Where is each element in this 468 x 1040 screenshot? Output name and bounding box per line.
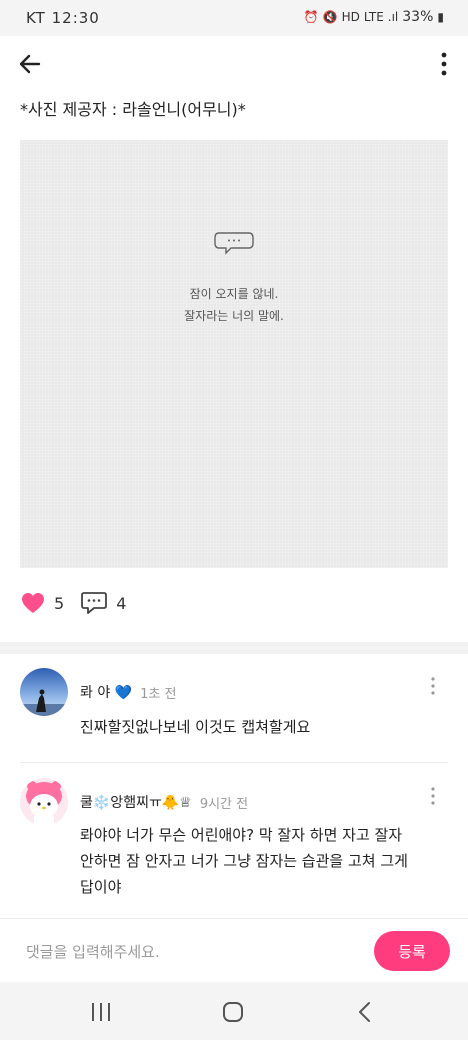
home-icon	[223, 1002, 243, 1022]
back-button[interactable]	[14, 48, 46, 80]
nav-back-button[interactable]	[350, 998, 380, 1026]
lte-icon: LTE	[363, 10, 384, 24]
post-text: *사진 제공자 : 라솔언니(어무니)*	[20, 100, 246, 119]
home-button[interactable]	[218, 998, 248, 1026]
more-vertical-icon	[431, 677, 435, 695]
comment-text: 롸야야 너가 무슨 어린애야? 막 잘자 하면 자고 잘자 안하면 잠 안자고 …	[80, 826, 408, 896]
commenter-name[interactable]: 롸 야 💙	[80, 682, 132, 702]
app-bar	[0, 36, 468, 92]
heart-icon	[22, 593, 44, 613]
back-arrow-icon	[19, 54, 41, 74]
more-vertical-icon	[431, 787, 435, 805]
battery-text: 33%	[402, 9, 434, 25]
more-vertical-icon	[441, 52, 447, 76]
status-icons: ⏰ 🔇 HD LTE .ıl 33% ▮	[304, 9, 444, 25]
comment-more-button[interactable]	[430, 676, 436, 696]
hd-icon: HD	[341, 10, 360, 24]
battery-icon: ▮	[437, 10, 444, 24]
image-text-line: 잠이 오지를 않네.	[189, 287, 279, 301]
avatar[interactable]	[20, 778, 68, 826]
comment-input-bar: 등록	[0, 918, 468, 983]
recent-apps-icon	[92, 1003, 110, 1021]
image-text-line: 잘자라는 너의 말에.	[184, 309, 284, 323]
section-divider	[0, 642, 468, 654]
comment-header: 롸 야 💙 1초 전	[80, 682, 176, 702]
comment-time: 9시간 전	[199, 796, 249, 812]
comment-bubble-icon	[81, 592, 108, 614]
comment-input[interactable]	[24, 933, 348, 971]
status-bar: KT 12:30 ⏰ 🔇 HD LTE .ıl 33% ▮	[0, 0, 468, 36]
more-options-button[interactable]	[436, 48, 452, 80]
comment-more-button[interactable]	[430, 786, 436, 806]
alarm-icon: ⏰	[303, 10, 319, 24]
submit-comment-button[interactable]: 등록	[374, 931, 450, 971]
like-button[interactable]: 5	[20, 591, 64, 615]
comment-count: 4	[116, 593, 127, 613]
speech-bubble-icon	[214, 232, 254, 255]
comment-button[interactable]: 4	[80, 590, 126, 616]
nav-back-icon	[359, 1002, 370, 1022]
commenter-name[interactable]: 쿨❄️앙햄찌ㅠ🐥♕	[80, 792, 192, 812]
comment-text: 진짜할짓없나보네 이것도 캡쳐할게요	[80, 718, 311, 736]
system-nav-bar	[0, 982, 468, 1040]
signal-icon: .ıl	[387, 10, 399, 24]
recent-apps-button[interactable]	[86, 998, 116, 1026]
comment-time: 1초 전	[140, 686, 177, 702]
post-stats: 5 4	[20, 590, 126, 616]
avatar[interactable]	[20, 668, 68, 716]
mute-icon: 🔇	[322, 10, 338, 24]
comment-divider	[20, 762, 448, 763]
comment-header: 쿨❄️앙햄찌ㅠ🐥♕ 9시간 전	[80, 792, 248, 812]
post-image[interactable]: 잠이 오지를 않네. 잘자라는 너의 말에.	[20, 140, 448, 568]
like-count: 5	[54, 593, 65, 613]
carrier-time: KT 12:30	[26, 9, 100, 27]
